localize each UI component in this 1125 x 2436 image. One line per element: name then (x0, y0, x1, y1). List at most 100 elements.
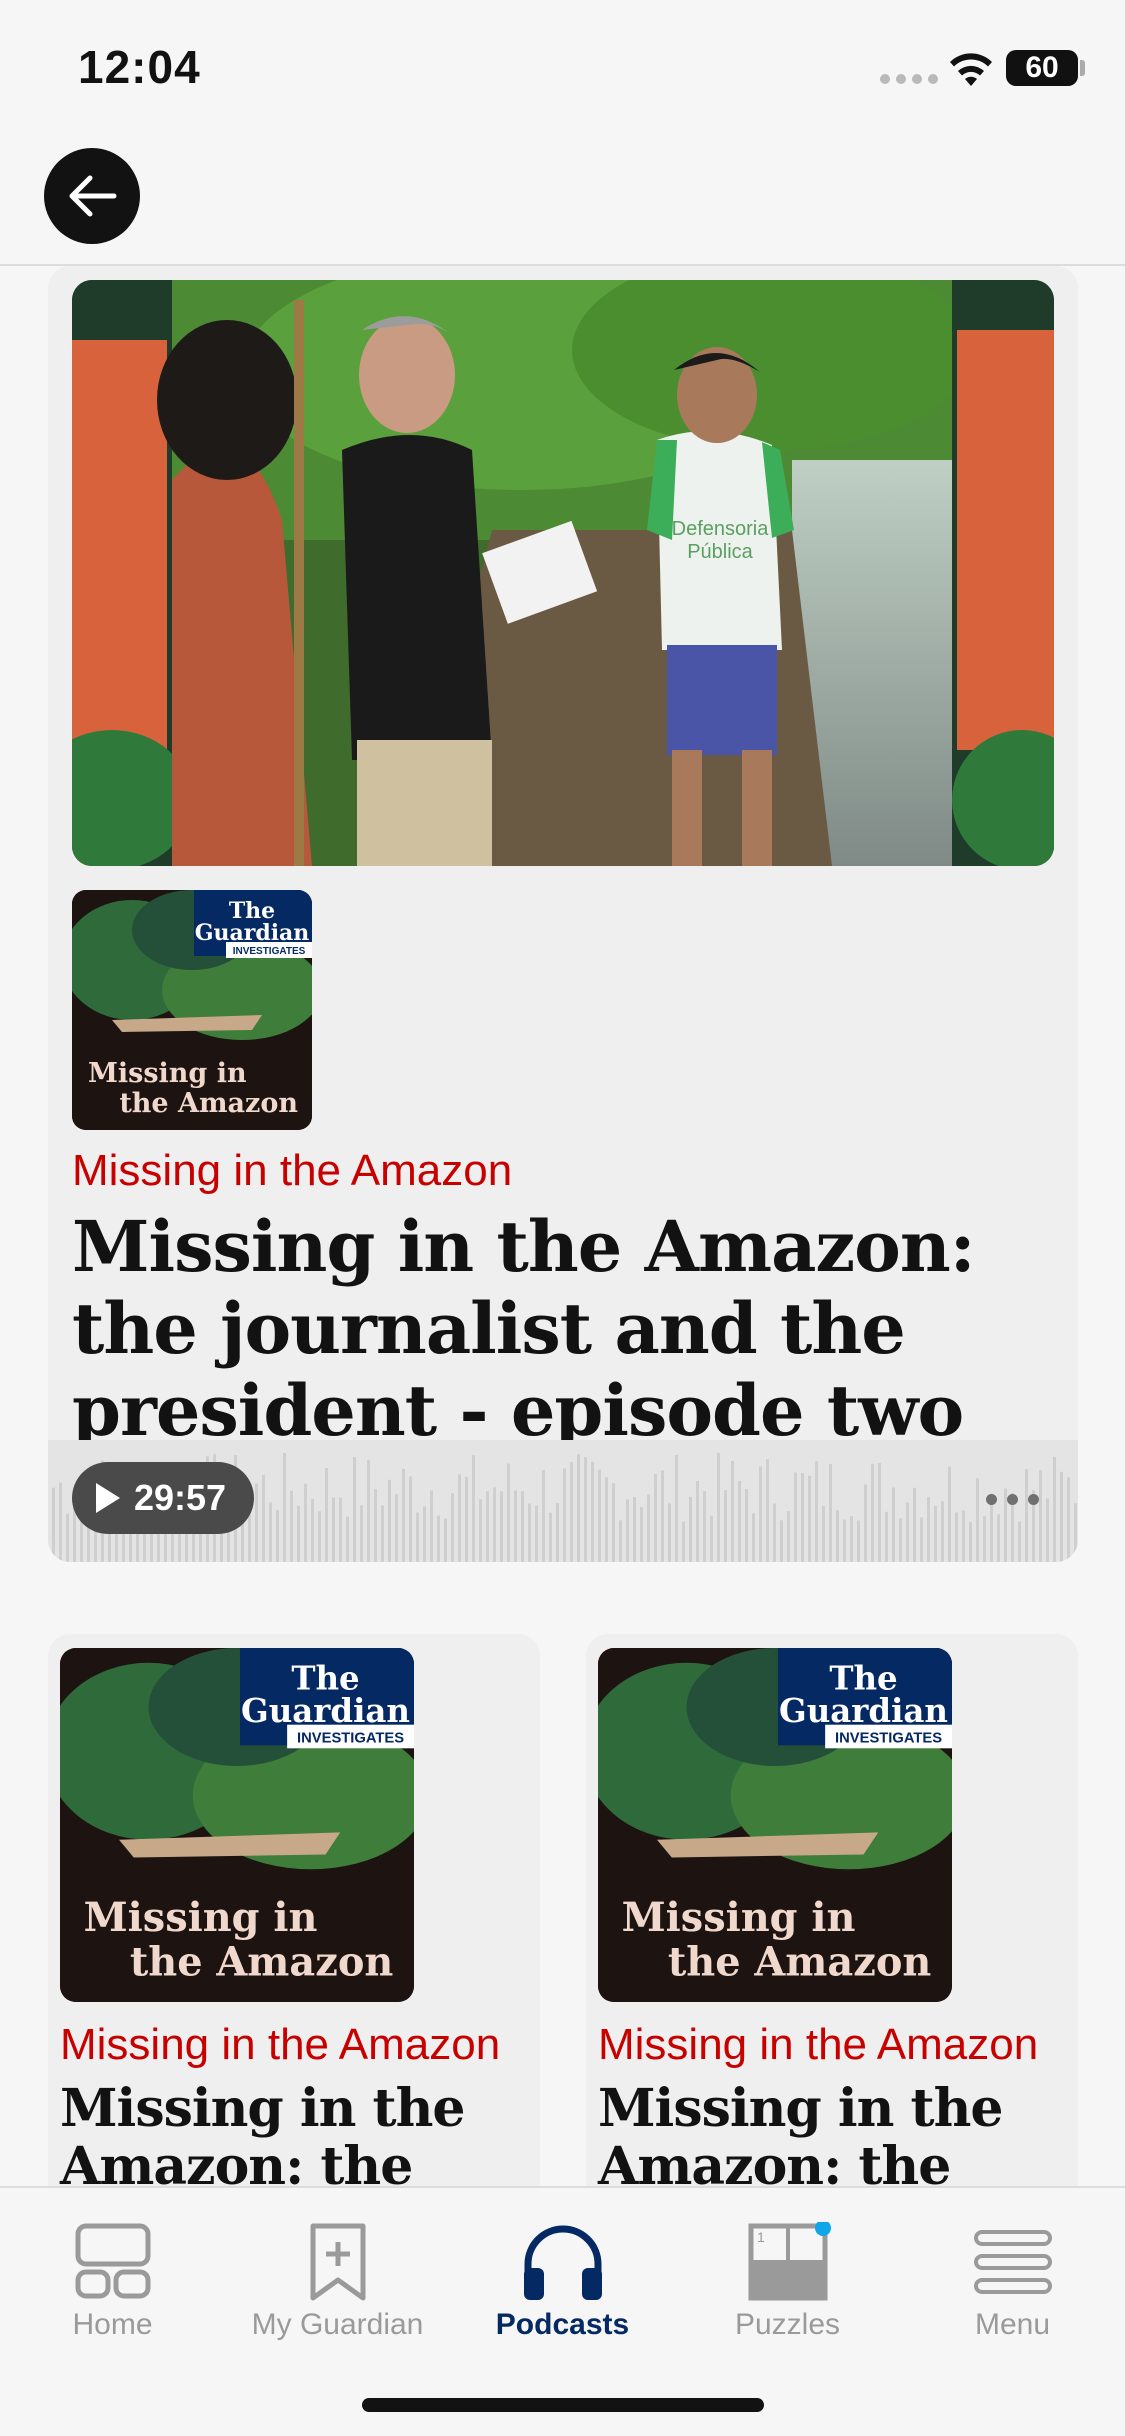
waveform-bar (892, 1487, 895, 1562)
waveform-bar (710, 1515, 713, 1562)
waveform-bar (906, 1502, 909, 1562)
waveform-bar (297, 1505, 300, 1562)
waveform-bar (731, 1460, 734, 1562)
home-indicator (362, 2398, 764, 2412)
waveform-bar (1046, 1498, 1049, 1562)
hero-shirt-text-1: Defensoria (672, 518, 770, 540)
episode-hero-image: Defensoria Pública (72, 280, 1054, 866)
waveform-bar (444, 1518, 447, 1562)
tab-podcasts[interactable]: Podcasts (450, 2204, 675, 2344)
waveform-bar (668, 1503, 671, 1562)
more-options-button[interactable] (980, 1484, 1044, 1514)
waveform-bar (458, 1474, 461, 1562)
waveform-bar (269, 1502, 272, 1562)
waveform-bar (843, 1519, 846, 1562)
waveform-bar (969, 1521, 972, 1562)
episode-card[interactable]: The Guardian INVESTIGATES Missing in the… (586, 1634, 1078, 2186)
podcast-cover-art: The Guardian INVESTIGATES Missing in the… (598, 1648, 952, 2002)
waveform-bar (381, 1505, 384, 1562)
waveform-bar (549, 1512, 552, 1562)
cover-title-line2: the Amazon (119, 1088, 298, 1119)
tab-my-guardian[interactable]: My Guardian (225, 2204, 450, 2344)
battery-indicator: 60 (1006, 50, 1078, 86)
waveform-bar (479, 1499, 482, 1562)
nav-header (0, 140, 1125, 266)
waveform-bar (717, 1452, 720, 1562)
waveform-bar (367, 1460, 370, 1562)
waveform-bar (1060, 1471, 1063, 1562)
waveform-bar (948, 1466, 951, 1562)
waveform-bar (437, 1515, 440, 1562)
waveform-bar (528, 1503, 531, 1562)
waveform-bar (59, 1482, 62, 1562)
waveform-bar (997, 1514, 1000, 1562)
arrow-left-icon (69, 175, 117, 217)
tab-menu[interactable]: Menu (900, 2204, 1125, 2344)
waveform-bar (773, 1503, 776, 1562)
waveform-bar (255, 1483, 258, 1562)
featured-series-label[interactable]: Missing in the Amazon (72, 1146, 512, 1196)
waveform-bar (654, 1473, 657, 1562)
episode-series-label[interactable]: Missing in the Amazon (598, 2020, 1038, 2070)
tab-puzzles[interactable]: 1 Puzzles (675, 2204, 900, 2344)
podcast-feed[interactable]: Defensoria Pública The Guardian INVESTIG… (0, 266, 1125, 2186)
waveform-bar (885, 1511, 888, 1562)
waveform-bar (626, 1499, 629, 1562)
play-button[interactable]: 29:57 (72, 1462, 254, 1534)
podcast-cover-art: The Guardian INVESTIGATES Missing in the… (72, 890, 312, 1130)
waveform-bar (451, 1493, 454, 1562)
waveform-bar (311, 1498, 314, 1562)
waveform-bar (388, 1479, 391, 1562)
waveform-bar (416, 1512, 419, 1562)
waveform-bar (703, 1491, 706, 1562)
cover-brand-line2: Guardian (779, 1692, 948, 1730)
back-button[interactable] (44, 148, 140, 244)
headphones-icon (523, 2225, 602, 2300)
cellular-signal-icon (880, 74, 938, 84)
waveform-bar (514, 1490, 517, 1562)
waveform-bar (395, 1493, 398, 1562)
waveform-bar (941, 1501, 944, 1562)
waveform-bar (976, 1478, 979, 1562)
waveform-bar (276, 1510, 279, 1562)
episode-card[interactable]: The Guardian INVESTIGATES Missing in the… (48, 1634, 540, 2186)
waveform-bar (556, 1503, 559, 1562)
tab-home[interactable]: Home (0, 2204, 225, 2344)
waveform-bar (353, 1457, 356, 1562)
waveform-bar (332, 1497, 335, 1562)
waveform-bar (577, 1454, 580, 1562)
waveform-bar (647, 1494, 650, 1562)
menu-icon (973, 2230, 1052, 2294)
waveform-bar (633, 1496, 636, 1562)
featured-episode-card[interactable]: Defensoria Pública The Guardian INVESTIG… (48, 266, 1078, 1562)
cover-brand-tag: INVESTIGATES (233, 946, 306, 957)
featured-episode-title[interactable]: Missing in the Amazon: the journalist an… (72, 1206, 1062, 1452)
waveform-bar (290, 1490, 293, 1562)
waveform-bar (472, 1455, 475, 1562)
waveform-bar (661, 1470, 664, 1562)
waveform-bar (759, 1466, 762, 1562)
hero-shirt-text-2: Pública (687, 541, 753, 563)
waveform-bar (346, 1516, 349, 1562)
waveform-bar (822, 1505, 825, 1562)
waveform-bar (808, 1475, 811, 1562)
waveform-bar (787, 1511, 790, 1562)
waveform-bar (780, 1520, 783, 1562)
waveform-bar (605, 1477, 608, 1562)
play-icon (96, 1483, 120, 1513)
waveform-bar (955, 1512, 958, 1562)
waveform-bar (339, 1497, 342, 1562)
waveform-bar (542, 1469, 545, 1562)
waveform-bar (689, 1496, 692, 1562)
waveform-bar (465, 1476, 468, 1562)
waveform-bar (878, 1462, 881, 1562)
episode-series-label[interactable]: Missing in the Amazon (60, 2020, 500, 2070)
waveform-bar (430, 1490, 433, 1562)
waveform-bar (724, 1490, 727, 1562)
more-dot (1006, 1493, 1018, 1505)
waveform-bar (857, 1520, 860, 1562)
waveform-bar (374, 1489, 377, 1562)
episode-title[interactable]: Missing in the Amazon: the (598, 2080, 1068, 2187)
battery-tip (1080, 60, 1085, 76)
episode-title[interactable]: Missing in the Amazon: the (60, 2080, 530, 2187)
